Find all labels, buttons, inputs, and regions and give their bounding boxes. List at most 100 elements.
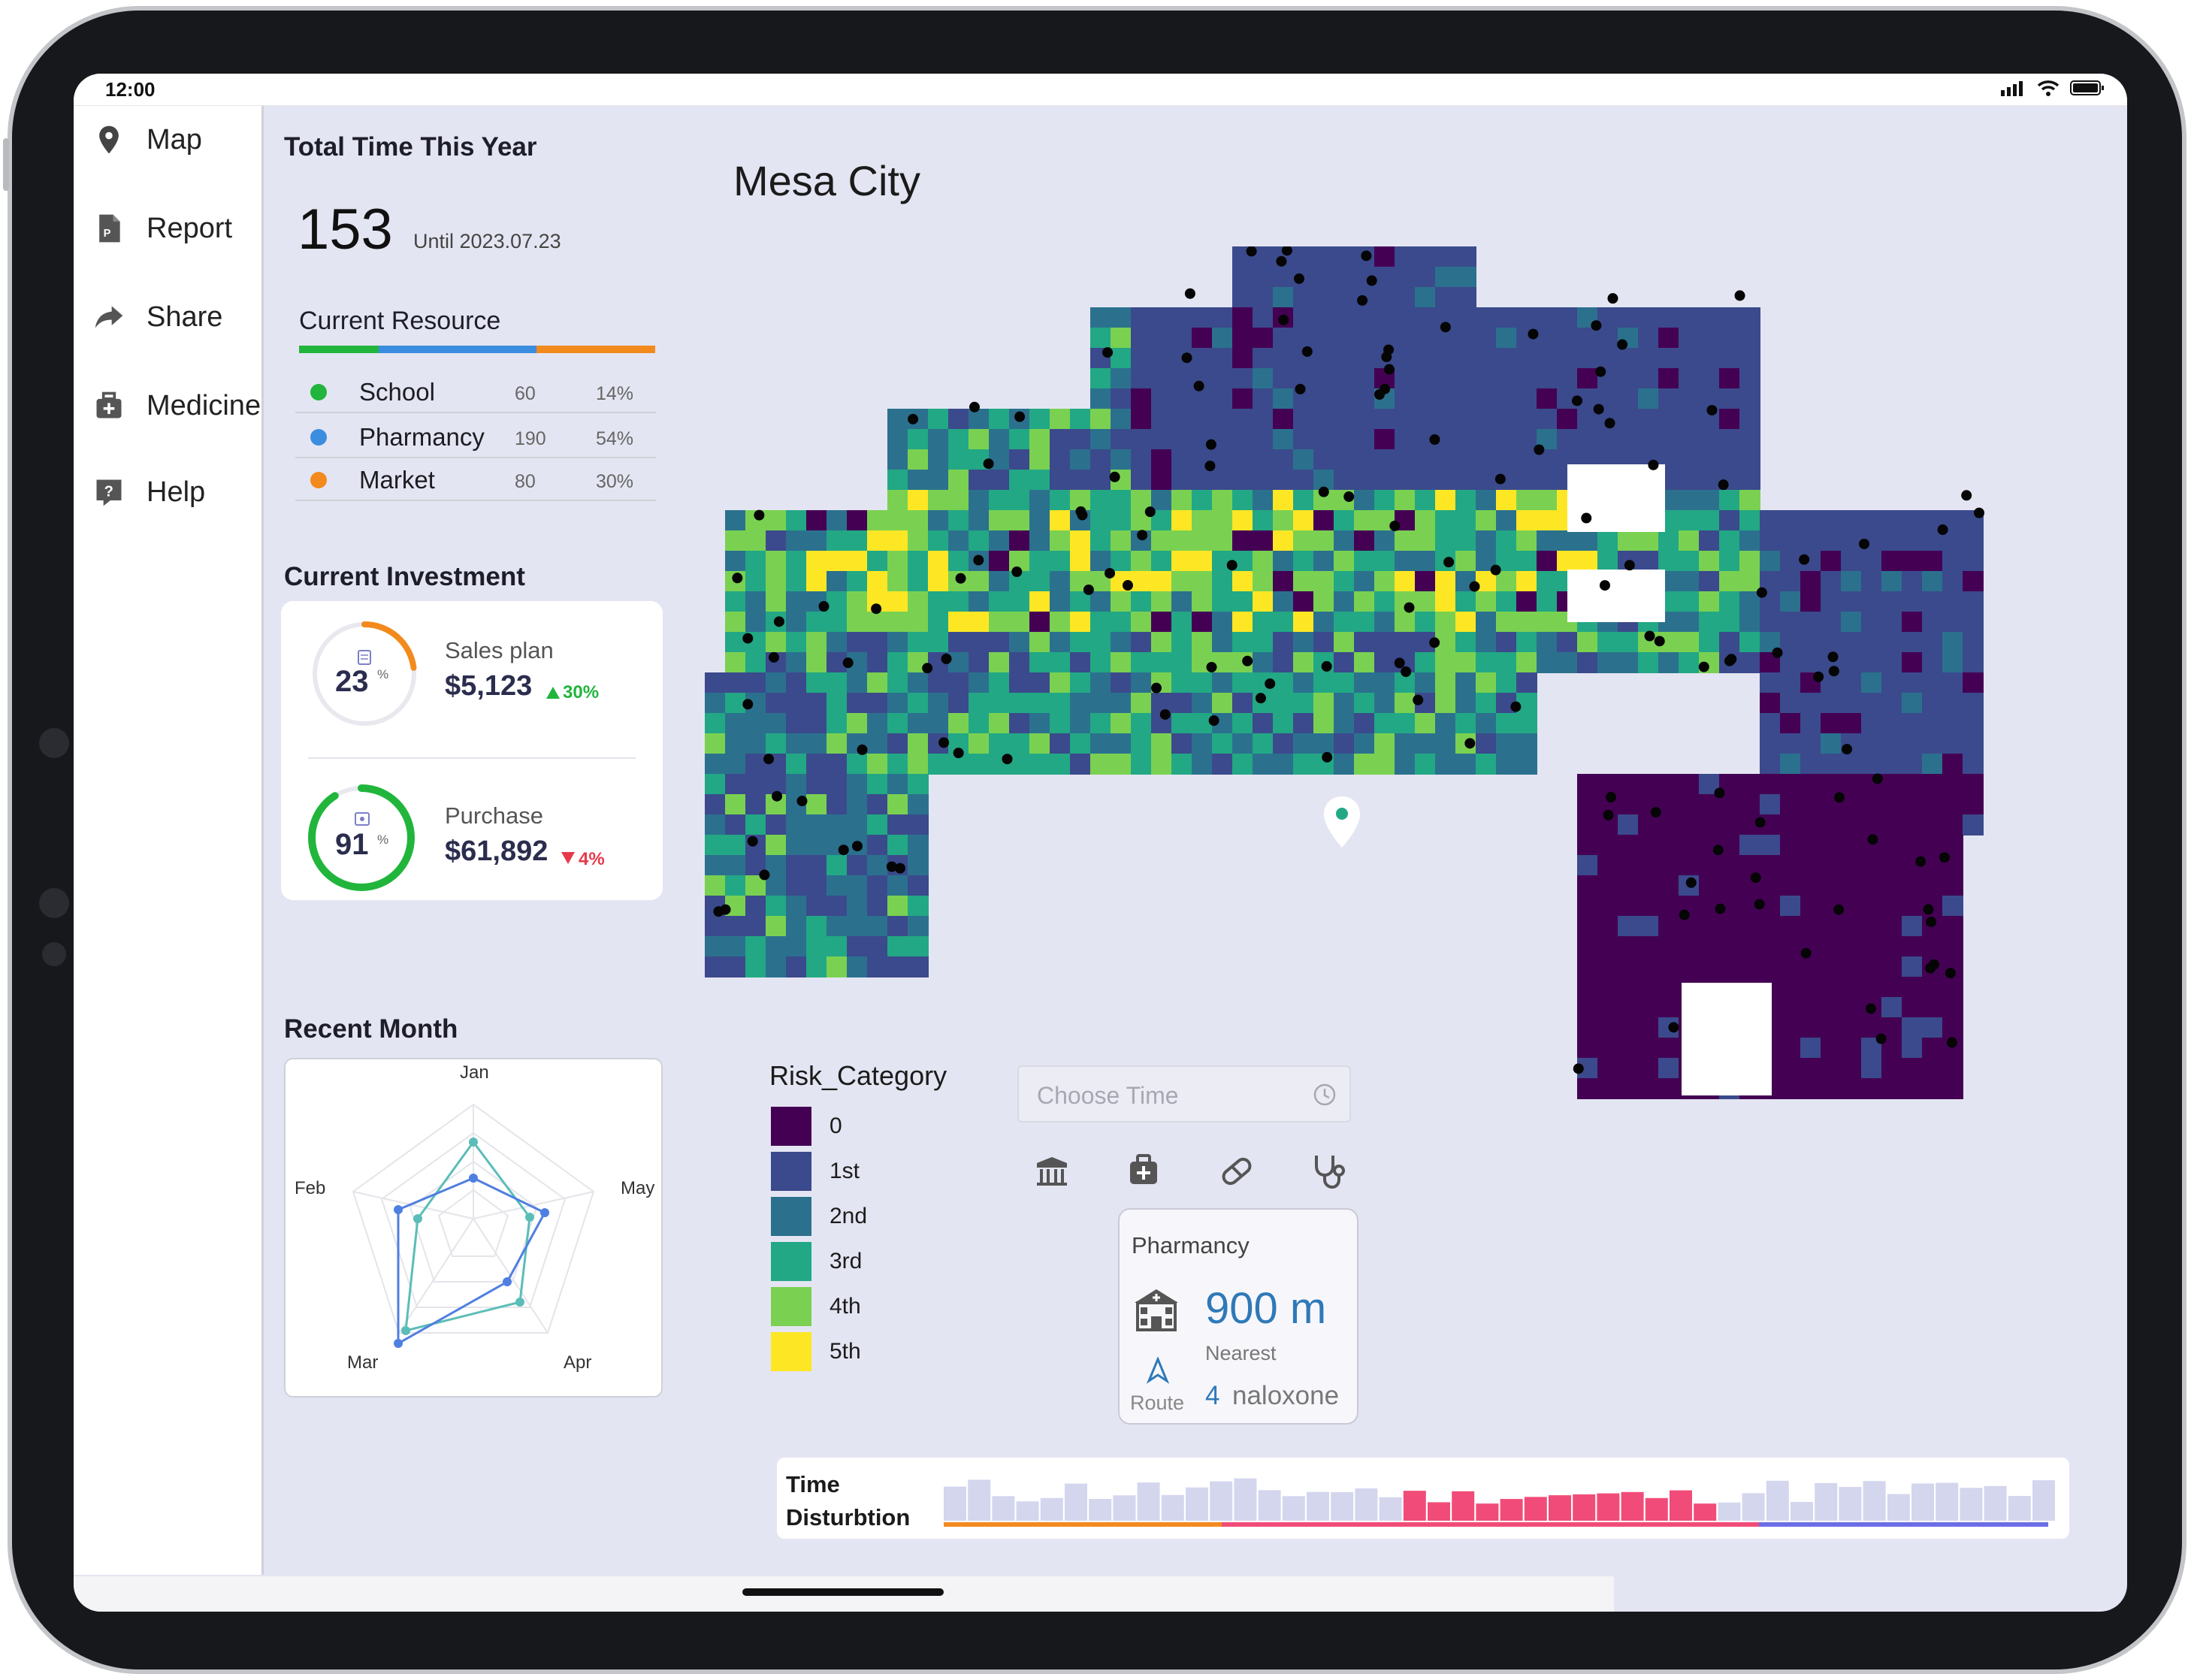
heatmap-cell [1902, 814, 1923, 835]
sidebar-item-report[interactable]: P Report [92, 206, 232, 251]
heatmap-cell [1273, 591, 1294, 612]
heatmap-cell [1354, 490, 1375, 511]
heatmap-cell [1537, 470, 1558, 491]
incident-dot [1712, 845, 1724, 856]
sidebar-item-help[interactable]: ? Help [92, 470, 205, 515]
heatmap-cell [1800, 814, 1821, 835]
heatmap-cell [1334, 672, 1355, 693]
heatmap-cell [1618, 916, 1639, 937]
heatmap-cell [847, 814, 868, 835]
heatmap-cell [1739, 307, 1760, 328]
heatmap-cell [867, 733, 888, 754]
incident-dot [1137, 530, 1148, 541]
heatmap-cell [1658, 429, 1679, 450]
heatmap-cell [847, 693, 868, 714]
sidebar-item-map[interactable]: Map [92, 117, 202, 162]
heatmap-cell [1516, 409, 1537, 430]
sidebar-item-share[interactable]: Share [92, 295, 222, 340]
heatmap-cell [1719, 307, 1740, 328]
heatmap-cell [1658, 896, 1679, 917]
heatmap-cell [1902, 774, 1923, 795]
heatmap-cell [786, 612, 807, 633]
incident-dot [1668, 1022, 1679, 1033]
heatmap-cell [1942, 774, 1963, 795]
heatmap-cell [908, 510, 929, 531]
sales-delta: 30% [563, 682, 600, 703]
heatmap-cell [1597, 956, 1618, 977]
pharmacy-info-card[interactable]: Pharmancy 900 m Nearest Route 4 naloxone [1118, 1208, 1358, 1425]
heatmap-cell [1212, 409, 1233, 430]
risk-heatmap[interactable] [705, 246, 2127, 1103]
heatmap-cell [1963, 652, 1984, 673]
pharmacy-title: Pharmancy [1132, 1232, 1250, 1258]
heatmap-cell [1699, 875, 1720, 896]
heatmap-cell [725, 916, 746, 937]
heatmap-cell [1395, 693, 1416, 714]
heatmap-cell [1679, 429, 1700, 450]
heatmap-cell [766, 632, 787, 653]
route-label[interactable]: Route [1130, 1391, 1184, 1415]
heatmap-cell [1821, 855, 1842, 876]
heatmap-cell [1699, 956, 1720, 977]
heatmap-cell [1111, 449, 1132, 470]
heatmap-cell [1253, 733, 1274, 754]
time-histogram[interactable] [944, 1473, 2056, 1533]
resource-pct: 14% [596, 383, 634, 404]
route-arrow-icon[interactable] [1147, 1357, 1169, 1384]
location-pin-icon[interactable] [1322, 795, 1361, 849]
heatmap-cell [1902, 672, 1923, 693]
camera-dot [39, 728, 69, 758]
heatmap-cell [989, 551, 1010, 572]
choose-time-input[interactable]: Choose Time [1017, 1065, 1351, 1123]
heatmap-cell [867, 875, 888, 896]
bank-icon[interactable] [1031, 1150, 1073, 1192]
heatmap-cell [1841, 997, 1862, 1018]
map-gap [1567, 570, 1665, 622]
heatmap-cell [1841, 977, 1862, 998]
heatmap-cell [827, 774, 848, 795]
heatmap-cell [1638, 1017, 1659, 1038]
heatmap-cell [1496, 754, 1517, 775]
time-distribution-bar[interactable]: Time Disturbtion [777, 1458, 2069, 1539]
heatmap-cell [1739, 429, 1760, 450]
heatmap-cell [1476, 348, 1497, 369]
stethoscope-icon[interactable] [1307, 1150, 1349, 1192]
sidebar-item-label: Share [147, 301, 223, 333]
heatmap-cell [806, 510, 827, 531]
heatmap-cell [1841, 530, 1862, 551]
sidebar-item-medicine[interactable]: Medicine [92, 383, 261, 428]
heatmap-cell [1800, 571, 1821, 592]
pill-icon[interactable] [1216, 1150, 1258, 1192]
heatmap-cell [1151, 754, 1172, 775]
heatmap-cell [1313, 571, 1334, 592]
incident-dot [763, 754, 775, 765]
heatmap-cell [928, 510, 949, 531]
heatmap-cell [745, 794, 766, 815]
medicine-kit-icon[interactable] [1123, 1150, 1165, 1192]
heatmap-cell [1192, 551, 1213, 572]
incident-dot [1624, 560, 1635, 571]
home-indicator[interactable] [742, 1588, 944, 1596]
heatmap-cell [1719, 490, 1740, 511]
heatmap-cell [847, 875, 868, 896]
heatmap-cell [1090, 328, 1111, 349]
resource-bar-school [299, 346, 379, 353]
heatmap-cell [1009, 530, 1030, 551]
heatmap-cell [1273, 348, 1294, 369]
heatmap-cell [1232, 328, 1253, 349]
heatmap-cell [1902, 713, 1923, 734]
heatmap-cell [908, 693, 929, 714]
heatmap-cell [1942, 632, 1963, 653]
heatmap-cell [867, 652, 888, 673]
incident-dot [1648, 459, 1659, 470]
heatmap-cell [745, 814, 766, 835]
heatmap-cell [1313, 429, 1334, 450]
heatmap-cell [745, 896, 766, 917]
time-distribution-label: Disturbtion [786, 1504, 911, 1530]
heatmap-cell [1171, 388, 1192, 409]
heatmap-cell [1192, 632, 1213, 653]
heatmap-cell [1577, 530, 1598, 551]
heatmap-cell [1009, 470, 1030, 491]
heatmap-cell [1597, 835, 1618, 856]
heatmap-cell [1861, 1058, 1882, 1079]
